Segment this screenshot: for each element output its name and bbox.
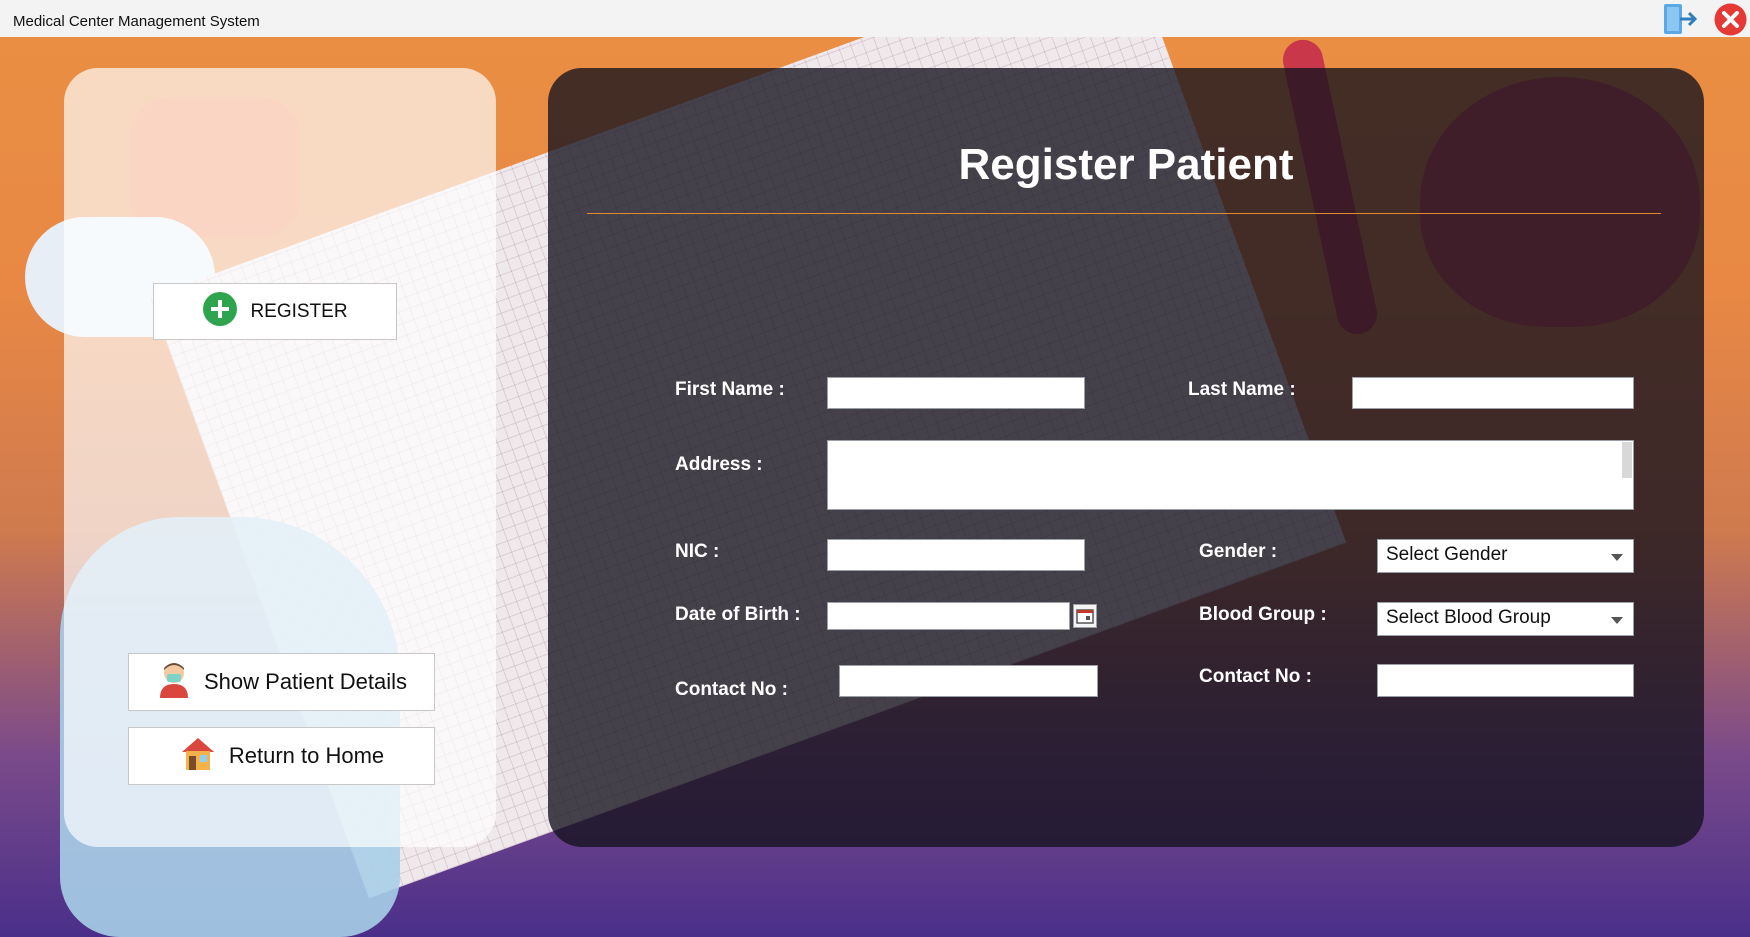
app-title: Medical Center Management System bbox=[13, 13, 260, 30]
dob-label: Date of Birth : bbox=[675, 604, 801, 625]
home-label: Return to Home bbox=[228, 743, 385, 768]
address-scrollbar[interactable] bbox=[1622, 442, 1632, 478]
register-button[interactable]: REGISTER bbox=[153, 283, 397, 340]
blood-group-label: Blood Group : bbox=[1199, 604, 1327, 625]
address-textarea[interactable] bbox=[827, 440, 1634, 510]
show-patient-label: Show Patient Details bbox=[204, 669, 407, 694]
contact-no-label: Contact No : bbox=[675, 679, 788, 700]
blood-group-select[interactable]: Select Blood Group bbox=[1377, 602, 1634, 636]
return-home-button[interactable]: Return to Home bbox=[128, 727, 435, 785]
gender-label: Gender : bbox=[1199, 541, 1278, 562]
contact-no-input-2[interactable] bbox=[1377, 664, 1634, 697]
logout-icon[interactable] bbox=[1662, 2, 1700, 36]
patient-avatar-icon bbox=[156, 660, 192, 704]
chevron-down-icon bbox=[1611, 617, 1623, 624]
register-label: REGISTER bbox=[250, 300, 348, 322]
contact-no-input[interactable] bbox=[839, 665, 1098, 697]
first-name-input[interactable] bbox=[827, 377, 1085, 409]
gender-select[interactable]: Select Gender bbox=[1377, 539, 1634, 573]
plus-circle-icon bbox=[202, 291, 238, 333]
blood-group-selected: Select Blood Group bbox=[1386, 607, 1551, 628]
nic-label: NIC : bbox=[675, 541, 720, 562]
nic-input[interactable] bbox=[827, 539, 1085, 571]
page-title: Register Patient bbox=[958, 140, 1294, 189]
close-icon[interactable] bbox=[1713, 2, 1748, 37]
address-label: Address : bbox=[675, 454, 763, 475]
last-name-label: Last Name : bbox=[1188, 379, 1296, 400]
first-name-label: First Name : bbox=[675, 379, 785, 400]
gender-selected: Select Gender bbox=[1386, 544, 1508, 565]
contact-no-label-2: Contact No : bbox=[1199, 666, 1312, 687]
title-divider bbox=[587, 213, 1661, 214]
house-icon bbox=[179, 734, 217, 778]
title-bar: Medical Center Management System bbox=[0, 0, 1750, 38]
show-patient-details-button[interactable]: Show Patient Details bbox=[128, 653, 435, 711]
calendar-icon[interactable] bbox=[1073, 604, 1097, 628]
chevron-down-icon bbox=[1611, 554, 1623, 561]
last-name-input[interactable] bbox=[1352, 377, 1634, 409]
dob-input[interactable] bbox=[827, 602, 1070, 630]
